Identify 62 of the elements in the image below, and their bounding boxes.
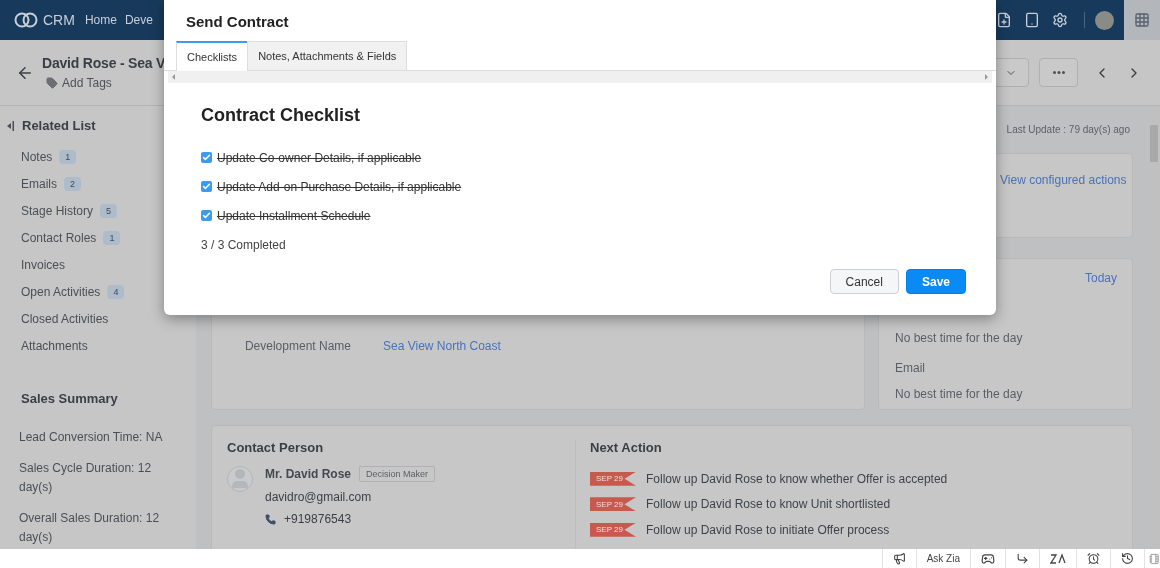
action-text: Follow up David Rose to know whether Offer is accepted <box>646 471 948 486</box>
today-link[interactable]: Today <box>1084 271 1117 285</box>
summary-text: Lead Conversion Time: NA <box>18 429 164 446</box>
tab[interactable]: Checklists <box>176 41 249 71</box>
action-text: Follow up David Rose to know Unit shortlisted <box>646 497 891 512</box>
apps-icon[interactable] <box>1124 0 1160 40</box>
count-badge: 1 <box>103 230 121 245</box>
related-list-item[interactable]: Emails 2 <box>0 170 196 197</box>
related-list-item[interactable]: Open Activities 4 <box>0 278 196 305</box>
zia-icon[interactable] <box>1050 552 1066 565</box>
count-badge: 1 <box>59 149 77 164</box>
cancel-button[interactable]: Cancel <box>829 269 899 294</box>
related-list-item[interactable]: Stage History 5 <box>0 197 196 224</box>
channel-label: Email <box>895 361 926 375</box>
progress-text: 3 / 3 Completed <box>201 238 287 252</box>
checkbox[interactable] <box>201 181 212 192</box>
collapse-icon[interactable] <box>6 120 14 131</box>
tab[interactable]: Notes, Attachments & Fields <box>247 41 408 70</box>
section-title: Next Action <box>590 440 663 455</box>
more-icon <box>1052 71 1065 74</box>
field-label: Development Name <box>243 339 351 353</box>
section-title: Related List <box>22 118 96 133</box>
date-tag: SEP 29 <box>590 471 636 486</box>
phone-icon <box>265 513 276 525</box>
role-tag: Decision Maker <box>359 466 436 482</box>
contact-name: Mr. David Rose <box>265 467 352 481</box>
field-link[interactable]: Sea View North Coast <box>383 339 864 353</box>
app-name: CRM <box>43 12 75 28</box>
count-badge: 4 <box>107 284 125 299</box>
add-tags-link[interactable]: Add Tags <box>46 76 166 90</box>
section-title: Sales Summary <box>20 391 119 406</box>
related-list-item[interactable]: Notes 1 <box>0 143 196 170</box>
related-list-item[interactable]: Attachments <box>0 332 196 359</box>
checkbox[interactable] <box>201 210 212 221</box>
save-button[interactable]: Save <box>905 269 966 294</box>
section-title: Contact Person <box>227 440 325 455</box>
checklist-heading: Contract Checklist <box>201 105 362 126</box>
contact-phone: +919876543 <box>284 512 352 526</box>
tag-icon <box>46 77 58 89</box>
logo-icon <box>14 12 38 28</box>
checkbox[interactable] <box>201 152 212 163</box>
count-badge: 2 <box>64 176 82 191</box>
configured-actions-link[interactable]: View configured actions <box>1000 173 1127 187</box>
related-list-item[interactable]: Contact Roles 1 <box>0 224 196 251</box>
summary-text: Overall Sales Duration: 12 day(s) <box>18 510 161 546</box>
related-list-item[interactable]: Closed Activities <box>0 305 196 332</box>
dialog-title: Send Contract <box>185 12 290 32</box>
date-tag: SEP 29 <box>590 497 636 512</box>
contact-email: davidro@gmail.com <box>265 490 372 504</box>
checklist-item: Update Installment Schedule <box>217 208 371 223</box>
count-badge: 5 <box>100 203 118 218</box>
date-tag: SEP 29 <box>590 522 636 537</box>
checklist-item: Update Co-owner Details, if applicable <box>217 150 422 165</box>
nav-link[interactable]: Deve <box>124 13 153 27</box>
last-update-text: Last Update : 79 day(s) ago <box>1006 124 1130 135</box>
best-time-text: No best time for the day <box>895 331 1024 345</box>
best-time-text: No best time for the day <box>895 387 1024 401</box>
checklist-item: Update Add-on Purchase Details, if applicable <box>217 179 462 194</box>
action-text: Follow up David Rose to initiate Offer process <box>646 522 890 537</box>
avatar[interactable] <box>1095 10 1114 30</box>
summary-text: Sales Cycle Duration: 12 day(s) <box>18 460 153 496</box>
nav-link[interactable]: Home <box>84 13 117 27</box>
